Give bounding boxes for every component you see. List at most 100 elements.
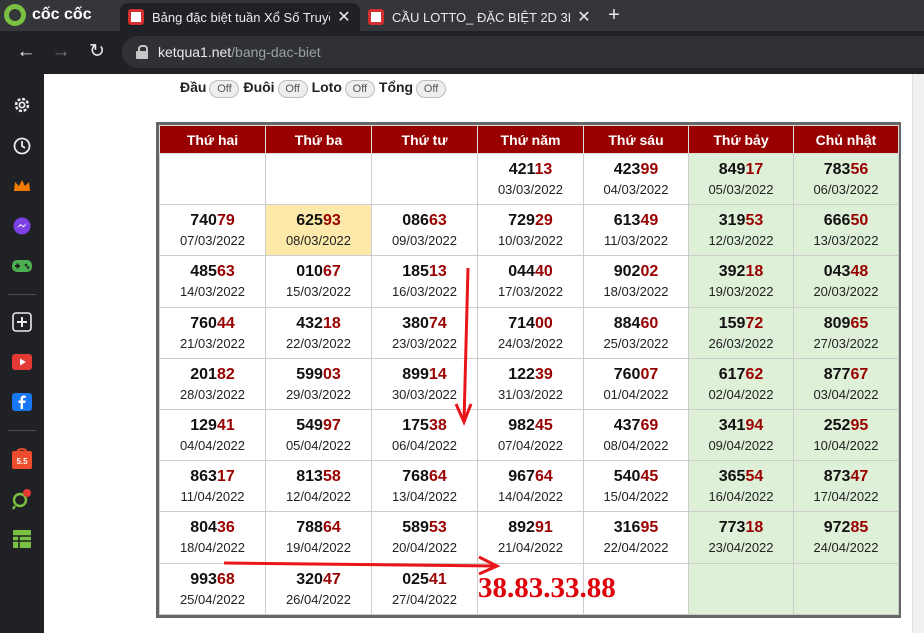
url-text[interactable]: ketqua1.net/bang-dac-biet [158, 44, 321, 60]
number-tail: 17 [745, 161, 764, 179]
number-head: 993 [190, 570, 217, 588]
result-number: 87347 [794, 466, 898, 488]
close-icon[interactable]: ✕ [576, 7, 592, 27]
settings-icon[interactable] [10, 93, 34, 117]
gamepad-icon[interactable] [10, 254, 34, 278]
number-tail: 64 [534, 468, 553, 486]
number-head: 437 [613, 417, 641, 435]
number-tail: 29 [534, 212, 553, 230]
map-pin-icon[interactable] [10, 487, 34, 511]
reload-button[interactable]: ↻ [84, 39, 110, 65]
number-head: 967 [508, 468, 535, 486]
number-head: 809 [823, 314, 851, 332]
result-cell: 02541 27/04/2022 [371, 562, 478, 615]
number-tail: 48 [850, 263, 869, 281]
result-date: 02/04/2022 [708, 386, 774, 402]
youtube-icon[interactable] [10, 350, 34, 374]
result-date: 14/03/2022 [179, 284, 246, 300]
result-number: 12941 [160, 415, 265, 437]
number-tail: 45 [640, 468, 659, 486]
number-head: 252 [823, 417, 851, 435]
result-cell: 58953 20/04/2022 [371, 511, 478, 564]
table-header-row: Thứ hai Thứ ba Thứ tư Thứ năm Thứ sáu Thứ bảy… [159, 125, 899, 154]
close-icon[interactable]: ✕ [336, 7, 352, 27]
number-head: 159 [718, 314, 746, 332]
result-cell: 87767 03/04/2022 [793, 357, 899, 410]
result-number: 59903 [266, 364, 371, 386]
number-head: 010 [296, 263, 323, 281]
result-cell: 39218 19/03/2022 [688, 255, 794, 308]
number-tail: 41 [216, 417, 235, 435]
browser-logo[interactable]: cốc cốc [4, 3, 112, 27]
sheet-icon[interactable] [10, 527, 34, 551]
number-tail: 18 [745, 263, 764, 281]
number-tail: 69 [640, 417, 659, 435]
result-date: 14/04/2022 [497, 489, 564, 505]
table-row: 86317 11/04/2022 81358 12/04/2022 76864 13/04… [159, 460, 899, 513]
number-tail: 53 [745, 212, 764, 230]
result-number: 42113 [478, 159, 583, 181]
filter-dau-toggle[interactable]: Off [209, 80, 240, 98]
address-bar[interactable]: ketqua1.net/bang-dac-biet [122, 36, 924, 68]
result-number: 38074 [372, 313, 477, 335]
result-number: 77318 [689, 517, 793, 539]
result-cell: 76044 21/03/2022 [159, 306, 266, 359]
result-cell: 31953 12/03/2022 [688, 204, 794, 257]
result-number: 25295 [794, 415, 898, 437]
lock-icon[interactable] [136, 45, 148, 59]
result-number: 61762 [689, 364, 793, 386]
number-head: 423 [613, 161, 641, 179]
history-icon[interactable] [10, 134, 34, 158]
result-number: 78356 [794, 159, 898, 181]
result-date: 25/03/2022 [603, 335, 669, 351]
number-tail: 17 [216, 468, 235, 486]
back-button[interactable]: ← [13, 39, 39, 65]
result-cell: 20182 28/03/2022 [159, 357, 266, 410]
number-tail: 68 [216, 570, 235, 588]
tab-cau-lotto[interactable]: CẦU LOTTO_ ĐẶC BIỆT 2D 3D ✕ [360, 3, 600, 31]
result-cell: 12239 31/03/2022 [477, 357, 584, 410]
add-icon[interactable] [10, 310, 34, 334]
result-date: 26/03/2022 [708, 335, 774, 351]
result-number: 58953 [372, 517, 477, 539]
number-head: 849 [718, 161, 746, 179]
new-tab-button[interactable]: + [604, 4, 624, 28]
number-tail: 18 [322, 314, 341, 332]
result-cell [793, 562, 899, 615]
page-scrollbar[interactable] [912, 74, 924, 633]
result-number: 04440 [478, 261, 583, 283]
number-tail: 02 [640, 263, 659, 281]
result-cell: 97285 24/04/2022 [793, 511, 899, 564]
result-cell: 04440 17/03/2022 [477, 255, 584, 308]
result-number: 61349 [584, 210, 688, 232]
result-number: 32047 [266, 569, 371, 591]
coccoc-logo-icon [4, 4, 26, 26]
result-number: 31695 [584, 517, 688, 539]
table-row: 80436 18/04/2022 78864 19/04/2022 58953 20/04… [159, 511, 899, 564]
crown-icon[interactable] [10, 174, 34, 198]
filter-dau-label: Đầu [180, 79, 207, 95]
number-tail: 72 [745, 314, 764, 332]
result-cell: 32047 26/04/2022 [265, 562, 372, 615]
number-tail: 94 [745, 417, 764, 435]
browser-toolbar: ← → ↻ ketqua1.net/bang-dac-biet [0, 31, 924, 74]
filter-tong-toggle[interactable]: Off [416, 80, 447, 98]
tab-bang-dac-biet[interactable]: Bảng đặc biệt tuần Xổ Số Truyền Thống ✕ [120, 3, 360, 31]
filter-duoi-toggle[interactable]: Off [277, 80, 308, 98]
result-cell: 88460 25/03/2022 [583, 306, 689, 359]
number-tail: 65 [850, 314, 869, 332]
result-cell: 89291 21/04/2022 [477, 511, 584, 564]
filter-loto-toggle[interactable]: Off [344, 80, 375, 98]
forward-button[interactable]: → [48, 39, 74, 65]
facebook-icon[interactable] [10, 390, 34, 414]
result-number: 88460 [584, 313, 688, 335]
number-head: 982 [508, 417, 535, 435]
result-date: 10/04/2022 [813, 438, 879, 454]
result-date: 30/03/2022 [391, 386, 458, 402]
shopee-icon[interactable]: 5.5 [10, 446, 34, 470]
messenger-icon[interactable] [10, 214, 34, 238]
number-head: 714 [508, 314, 535, 332]
result-date: 15/04/2022 [603, 489, 669, 505]
result-cell: 62593 08/03/2022 [265, 204, 372, 257]
result-number: 34194 [689, 415, 793, 437]
